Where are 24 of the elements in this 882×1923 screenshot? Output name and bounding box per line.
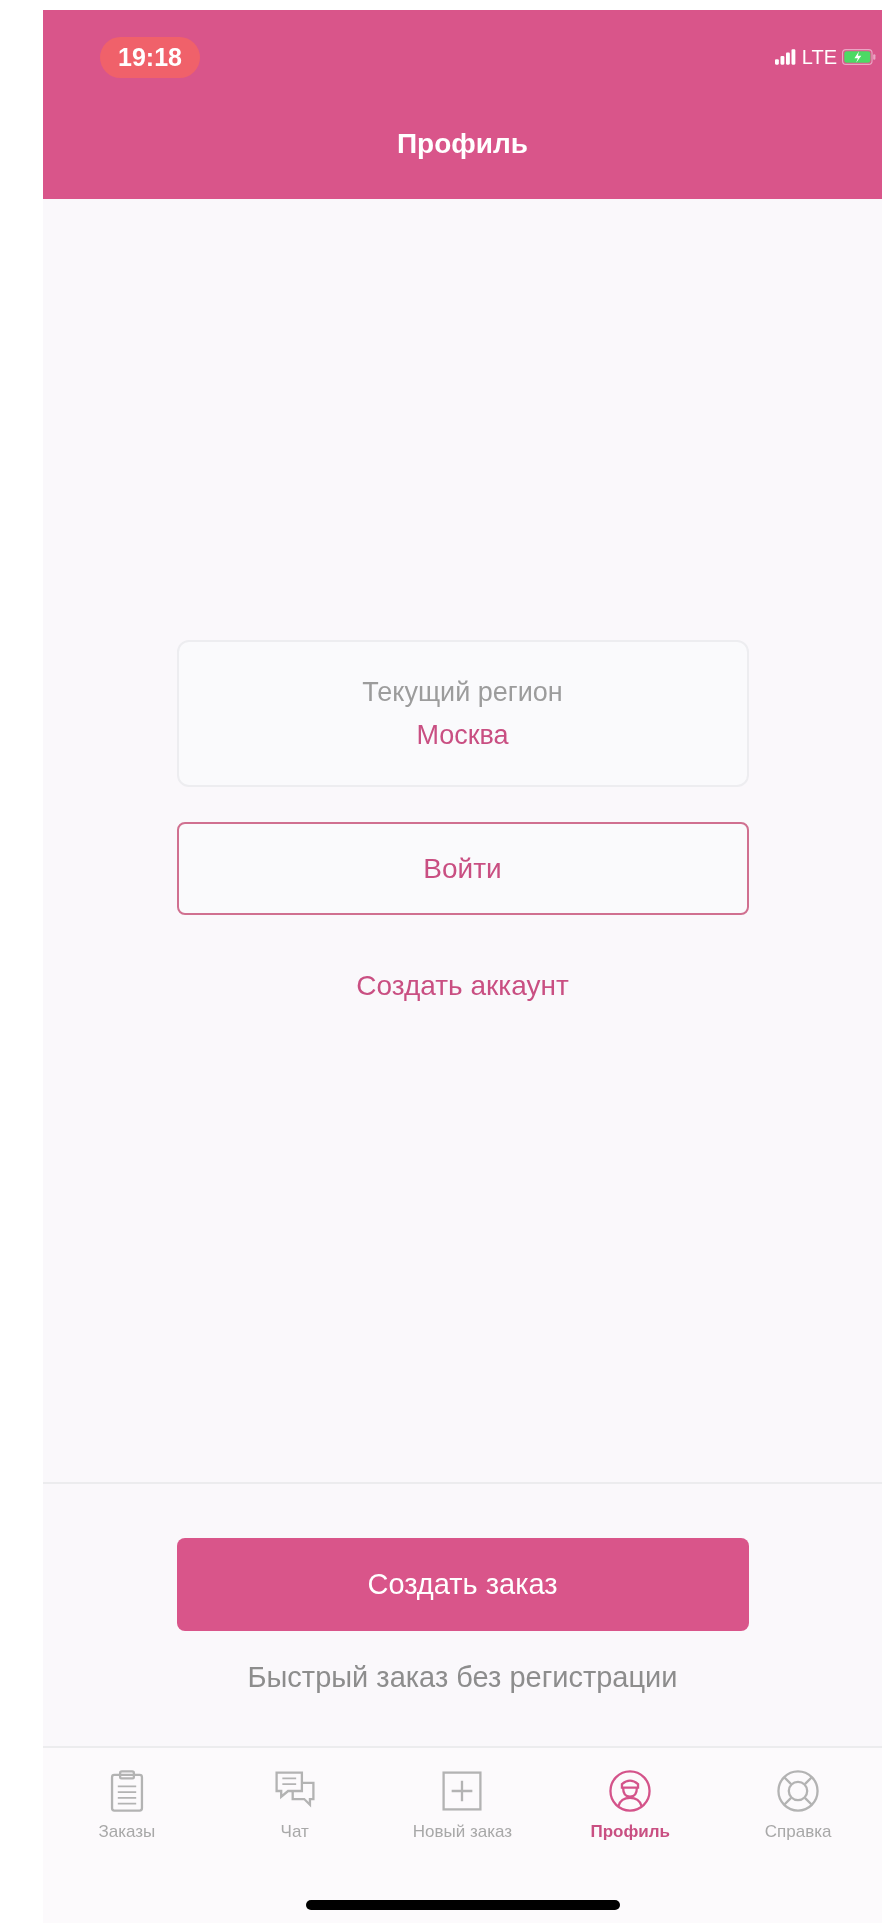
login-button[interactable]: Войти [176, 822, 749, 915]
tab-item[interactable]: Новый заказ [378, 1748, 547, 1858]
battery-icon [842, 49, 876, 65]
tab-label: Новый заказ [412, 1822, 513, 1842]
person-icon [607, 1768, 654, 1814]
tab-label: Справка [764, 1822, 832, 1842]
region-label: Текущий регион [362, 676, 563, 708]
create-account-link[interactable]: Создать аккаунт [356, 970, 569, 1002]
order-hint: Быстрый заказ без регистрации [247, 1661, 678, 1694]
tab-label: Заказы [98, 1822, 156, 1842]
tab-item[interactable]: Профиль [546, 1748, 715, 1858]
status-time: 19:18 [100, 36, 200, 78]
tab-item[interactable]: Справка [714, 1748, 882, 1858]
screen-title: Профиль [396, 128, 528, 160]
tab-label: Чат [280, 1822, 309, 1842]
region-card[interactable]: Текущий регион Москва [176, 640, 749, 787]
lifebuoy-icon [775, 1768, 822, 1814]
tab-item[interactable]: Заказы [43, 1748, 211, 1858]
region-value: Москва [416, 719, 509, 751]
tab-item[interactable]: Чат [210, 1748, 379, 1858]
network-label: LTE [801, 45, 837, 69]
tab-label: Профиль [590, 1822, 671, 1842]
signal-icon [774, 49, 797, 65]
create-order-button[interactable]: Создать заказ [176, 1538, 749, 1631]
